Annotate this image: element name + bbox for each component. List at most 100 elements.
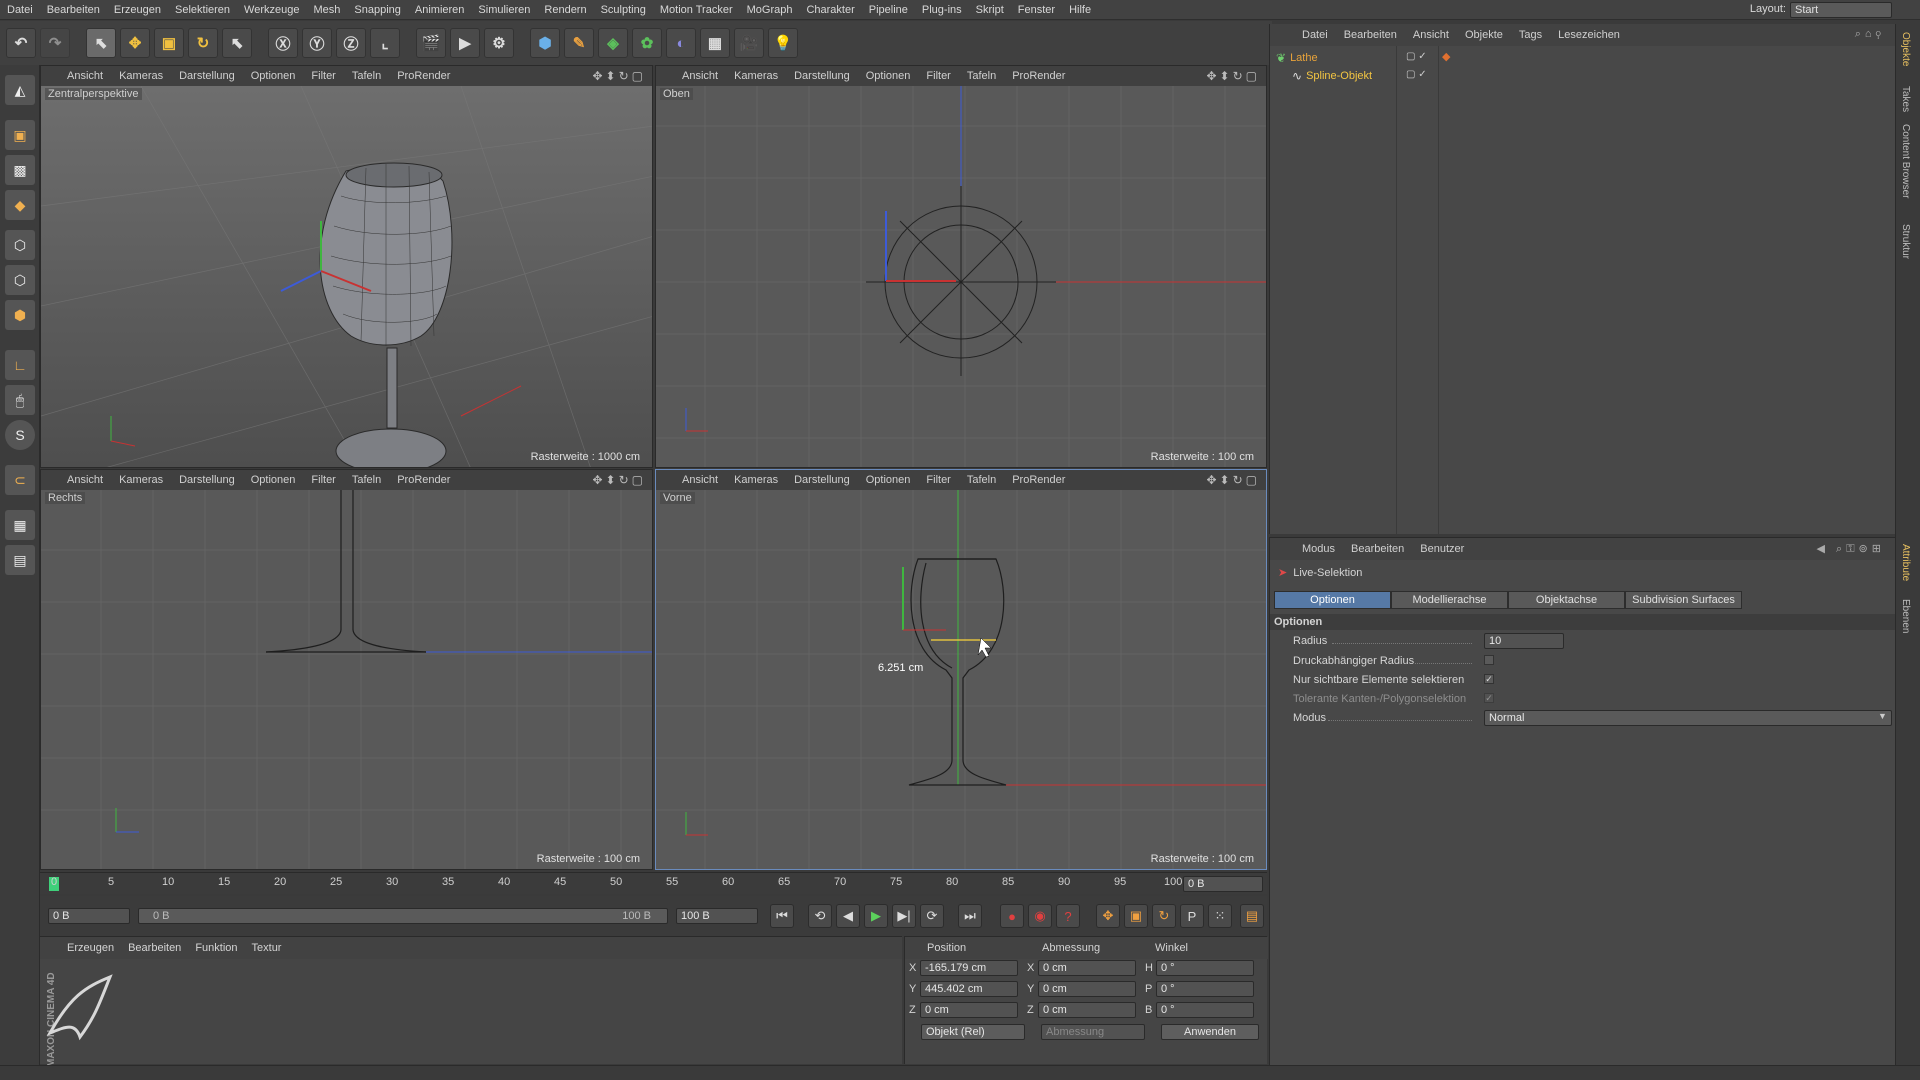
viewport-nav-icons[interactable]: ✥⬍↻▢ <box>592 473 646 487</box>
vp-menu-ansicht[interactable]: Ansicht <box>674 474 726 486</box>
menu-snapping[interactable]: Snapping <box>347 0 408 20</box>
mat-menu-funktion[interactable]: Funktion <box>188 942 244 954</box>
object-row-spline[interactable]: ∿ Spline-Objekt <box>1292 68 1402 84</box>
rotate-icon[interactable]: ↻ <box>188 28 218 58</box>
position-y-field[interactable]: 445.402 cm <box>920 981 1018 997</box>
pen-spline-icon[interactable]: ✎ <box>564 28 594 58</box>
key-parameter-icon[interactable]: P <box>1180 904 1204 928</box>
snap-icon[interactable]: S <box>5 420 35 450</box>
menu-motion-tracker[interactable]: Motion Tracker <box>653 0 740 20</box>
visibility-toggle[interactable]: ▢ ✓ <box>1406 69 1427 80</box>
previous-key-icon[interactable]: ⟲ <box>808 904 832 928</box>
go-to-end-icon[interactable]: ⏭ <box>958 904 982 928</box>
viewport-right[interactable]: Ansicht Kameras Darstellung Optionen Fil… <box>40 469 653 870</box>
om-menu-lesezeichen[interactable]: Lesezeichen <box>1550 29 1628 41</box>
menu-skript[interactable]: Skript <box>969 0 1011 20</box>
edges-mode-icon[interactable]: ⬡ <box>5 265 35 295</box>
camera-icon[interactable]: 🎥 <box>734 28 764 58</box>
key-rotation-icon[interactable]: ↻ <box>1152 904 1176 928</box>
vp-menu-ansicht[interactable]: Ansicht <box>674 70 726 82</box>
mograph-cloner-icon[interactable]: ✿ <box>632 28 662 58</box>
rotation-p-field[interactable]: 0 ° <box>1156 981 1254 997</box>
render-picture-viewer-icon[interactable]: ▶ <box>450 28 480 58</box>
vp-menu-kameras[interactable]: Kameras <box>111 70 171 82</box>
vp-menu-optionen[interactable]: Optionen <box>858 474 919 486</box>
z-axis-lock-icon[interactable]: Ⓩ <box>336 28 366 58</box>
phong-tag-icon[interactable]: ◆ <box>1442 50 1450 63</box>
vp-menu-darstellung[interactable]: Darstellung <box>171 474 243 486</box>
menu-hilfe[interactable]: Hilfe <box>1062 0 1098 20</box>
menu-mograph[interactable]: MoGraph <box>740 0 800 20</box>
menu-plugins[interactable]: Plug-ins <box>915 0 969 20</box>
viewport-nav-icons[interactable]: ✥⬍↻▢ <box>1206 69 1260 83</box>
render-view-icon[interactable]: 🎬 <box>416 28 446 58</box>
x-axis-lock-icon[interactable]: Ⓧ <box>268 28 298 58</box>
keyframe-selection-icon[interactable]: ? <box>1056 904 1080 928</box>
vp-menu-kameras[interactable]: Kameras <box>111 474 171 486</box>
rotation-b-field[interactable]: 0 ° <box>1156 1002 1254 1018</box>
side-tab-attribute[interactable]: Attribute <box>1900 544 1911 581</box>
object-name[interactable]: Spline-Objekt <box>1306 70 1372 82</box>
side-tab-struktur[interactable]: Struktur <box>1900 224 1911 259</box>
size-z-field[interactable]: 0 cm <box>1038 1002 1136 1018</box>
mat-menu-bearbeiten[interactable]: Bearbeiten <box>121 942 188 954</box>
key-scale-icon[interactable]: ▣ <box>1124 904 1148 928</box>
viewport-nav-icons[interactable]: ✥⬍↻▢ <box>592 69 646 83</box>
vp-menu-darstellung[interactable]: Darstellung <box>786 70 858 82</box>
object-row-lathe[interactable]: ❦ Lathe <box>1276 50 1396 66</box>
mat-menu-textur[interactable]: Textur <box>245 942 289 954</box>
vp-menu-darstellung[interactable]: Darstellung <box>786 474 858 486</box>
scale-icon[interactable]: ▣ <box>154 28 184 58</box>
vp-menu-filter[interactable]: Filter <box>918 70 958 82</box>
make-editable-icon[interactable]: ◭ <box>5 75 35 105</box>
vp-menu-filter[interactable]: Filter <box>303 70 343 82</box>
vp-menu-prorender[interactable]: ProRender <box>1004 474 1073 486</box>
vp-menu-darstellung[interactable]: Darstellung <box>171 70 243 82</box>
tab-optionen[interactable]: Optionen <box>1274 591 1391 609</box>
menu-mesh[interactable]: Mesh <box>306 0 347 20</box>
coordinate-system-icon[interactable]: ⌞ <box>370 28 400 58</box>
viewport-front[interactable]: Ansicht Kameras Darstellung Optionen Fil… <box>655 469 1267 870</box>
om-menu-bearbeiten[interactable]: Bearbeiten <box>1336 29 1405 41</box>
texture-mode-icon[interactable]: ▩ <box>5 155 35 185</box>
side-tab-ebenen[interactable]: Ebenen <box>1900 599 1911 633</box>
pressure-radius-checkbox[interactable] <box>1484 655 1494 665</box>
record-keys-icon[interactable]: ● <box>1000 904 1024 928</box>
vp-menu-tafeln[interactable]: Tafeln <box>344 70 389 82</box>
grid-snap-icon[interactable]: ▦ <box>5 510 35 540</box>
subdivision-icon[interactable]: ◈ <box>598 28 628 58</box>
next-key-icon[interactable]: ⟳ <box>920 904 944 928</box>
vp-menu-prorender[interactable]: ProRender <box>389 70 458 82</box>
tolerant-selection-checkbox[interactable]: ✓ <box>1484 693 1494 703</box>
size-x-field[interactable]: 0 cm <box>1038 960 1136 976</box>
menu-erzeugen[interactable]: Erzeugen <box>107 0 168 20</box>
light-icon[interactable]: 💡 <box>768 28 798 58</box>
vp-menu-optionen[interactable]: Optionen <box>243 474 304 486</box>
model-mode-icon[interactable]: ▣ <box>5 120 35 150</box>
am-nav-icons[interactable]: ◀ ⌕⚿⊚⊞ <box>1817 542 1885 556</box>
menu-rendern[interactable]: Rendern <box>537 0 593 20</box>
menu-datei[interactable]: Datei <box>0 0 40 20</box>
key-position-icon[interactable]: ✥ <box>1096 904 1120 928</box>
move-icon[interactable]: ✥ <box>120 28 150 58</box>
om-menu-ansicht[interactable]: Ansicht <box>1405 29 1457 41</box>
menu-sculpting[interactable]: Sculpting <box>594 0 653 20</box>
axis-mode-icon[interactable]: ∟ <box>5 350 35 380</box>
om-menu-datei[interactable]: Datei <box>1294 29 1336 41</box>
menu-pipeline[interactable]: Pipeline <box>862 0 915 20</box>
menu-bearbeiten[interactable]: Bearbeiten <box>40 0 107 20</box>
tab-objektachse[interactable]: Objektachse <box>1508 591 1625 609</box>
menu-animieren[interactable]: Animieren <box>408 0 472 20</box>
side-tab-takes[interactable]: Takes <box>1900 86 1911 112</box>
am-menu-modus[interactable]: Modus <box>1294 543 1343 555</box>
size-y-field[interactable]: 0 cm <box>1038 981 1136 997</box>
menu-selektieren[interactable]: Selektieren <box>168 0 237 20</box>
viewport-perspective[interactable]: Ansicht Kameras Darstellung Optionen Fil… <box>40 65 653 468</box>
redo-icon[interactable]: ↷ <box>40 28 70 58</box>
mat-menu-erzeugen[interactable]: Erzeugen <box>60 942 121 954</box>
vp-menu-kameras[interactable]: Kameras <box>726 70 786 82</box>
frame-range-slider[interactable]: 0 B 100 B <box>138 908 668 924</box>
visible-only-checkbox[interactable]: ✓ <box>1484 674 1494 684</box>
render-settings-icon[interactable]: ⚙ <box>484 28 514 58</box>
y-axis-lock-icon[interactable]: Ⓨ <box>302 28 332 58</box>
